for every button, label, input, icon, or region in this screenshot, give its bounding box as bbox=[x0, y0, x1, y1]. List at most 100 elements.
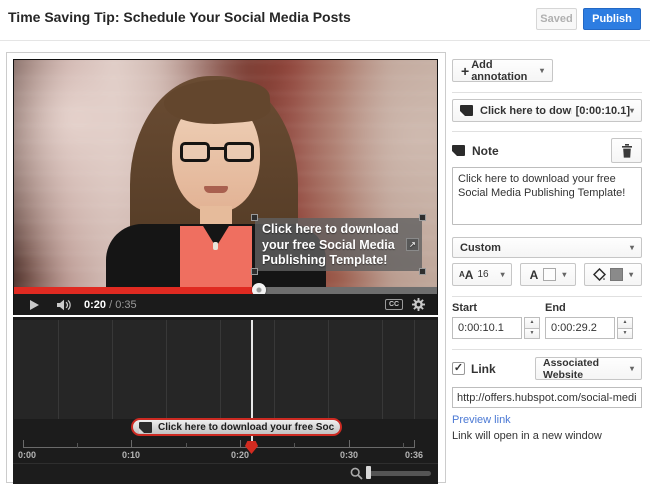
note-icon bbox=[139, 422, 152, 433]
timeline-zoom-row bbox=[13, 464, 438, 484]
chevron-down-icon: ▾ bbox=[630, 364, 634, 373]
plus-icon: + bbox=[461, 63, 469, 79]
paint-bucket-icon bbox=[593, 268, 606, 281]
step-up-button[interactable]: ▲ bbox=[524, 317, 540, 328]
timeline-grid bbox=[14, 320, 437, 419]
step-down-button[interactable]: ▼ bbox=[617, 328, 633, 340]
style-preset-dropdown[interactable]: Custom ▾ bbox=[452, 237, 642, 258]
player-container: Click here to download your free Social … bbox=[6, 52, 446, 483]
note-text-input[interactable]: Click here to download your free Social … bbox=[452, 167, 642, 225]
settings-gear-icon[interactable] bbox=[412, 298, 425, 311]
background-color-dropdown[interactable]: ▾ bbox=[584, 263, 642, 286]
progress-fill bbox=[14, 287, 259, 294]
annotation-settings-panel: + Add annotation ▾ Click here to downloa… bbox=[452, 52, 642, 442]
presenter-mouth bbox=[204, 186, 228, 193]
annotation-selector-time: [0:00:10.1] bbox=[576, 105, 630, 117]
step-down-button[interactable]: ▼ bbox=[524, 328, 540, 340]
end-time-stepper: ▲ ▼ bbox=[617, 317, 633, 339]
tick-label: 0:30 bbox=[340, 450, 358, 460]
tick-label: 0:20 bbox=[231, 450, 249, 460]
play-button[interactable] bbox=[30, 300, 39, 310]
time-separator: / bbox=[106, 299, 115, 311]
chevron-down-icon: ▾ bbox=[562, 270, 566, 279]
text-color-swatch bbox=[543, 268, 556, 281]
style-preset-value: Custom bbox=[460, 242, 501, 254]
link-checkbox[interactable]: ✓ bbox=[452, 362, 465, 375]
tick-label: 0:00 bbox=[18, 450, 36, 460]
end-time-input[interactable] bbox=[545, 317, 615, 339]
end-label: End bbox=[545, 302, 566, 314]
preview-link[interactable]: Preview link bbox=[452, 414, 642, 426]
chevron-down-icon: ▾ bbox=[630, 243, 634, 252]
note-icon bbox=[460, 105, 473, 116]
link-label: Link bbox=[471, 362, 496, 376]
start-label: Start bbox=[452, 302, 477, 314]
panel-divider bbox=[452, 92, 642, 93]
start-time-stepper: ▲ ▼ bbox=[524, 317, 540, 339]
time-display: 0:20 / 0:35 bbox=[84, 299, 137, 311]
trash-icon bbox=[621, 144, 633, 158]
volume-icon[interactable] bbox=[57, 299, 72, 311]
annotation-editor-page: Time Saving Tip: Schedule Your Social Me… bbox=[0, 0, 650, 488]
delete-annotation-button[interactable] bbox=[611, 138, 642, 163]
font-controls-row: A A 16 ▾ A ▾ ▾ bbox=[452, 263, 642, 286]
link-url-input[interactable] bbox=[452, 387, 642, 408]
zoom-slider-track[interactable] bbox=[367, 471, 431, 476]
chevron-down-icon: ▾ bbox=[629, 270, 633, 279]
video-frame: Click here to download your free Social … bbox=[14, 60, 437, 287]
font-size-icon: A bbox=[465, 268, 474, 282]
annotation-overlay[interactable]: Click here to download your free Social … bbox=[255, 218, 422, 271]
presenter-necklace bbox=[213, 242, 218, 250]
background-color-swatch bbox=[610, 268, 623, 281]
annotation-overlay-text: Click here to download your free Social … bbox=[262, 222, 399, 267]
panel-divider bbox=[452, 349, 642, 350]
page-title: Time Saving Tip: Schedule Your Social Me… bbox=[8, 9, 351, 25]
progress-bar[interactable] bbox=[14, 287, 437, 294]
link-row: ✓ Link Associated Website ▾ bbox=[452, 357, 642, 380]
note-icon bbox=[452, 145, 465, 156]
start-time-input[interactable] bbox=[452, 317, 522, 339]
text-color-dropdown[interactable]: A ▾ bbox=[520, 263, 577, 286]
zoom-slider-handle[interactable] bbox=[366, 466, 371, 479]
saved-button[interactable]: Saved bbox=[536, 8, 577, 30]
resize-handle-bottom-left[interactable] bbox=[251, 268, 258, 275]
publish-button[interactable]: Publish bbox=[583, 8, 641, 30]
chevron-down-icon: ▾ bbox=[630, 106, 634, 115]
current-time: 0:20 bbox=[84, 299, 106, 311]
timeline-annotation-bar[interactable]: Click here to download your free Social … bbox=[131, 418, 342, 436]
timeline-ruler bbox=[23, 447, 415, 448]
add-annotation-label: Add annotation bbox=[471, 59, 534, 83]
link-open-note: Link will open in a new window bbox=[452, 430, 642, 442]
video-player[interactable]: Click here to download your free Social … bbox=[13, 59, 438, 315]
resize-handle-top-right[interactable] bbox=[419, 214, 426, 221]
note-header-row: Note bbox=[452, 138, 642, 163]
add-annotation-button[interactable]: + Add annotation ▾ bbox=[452, 59, 553, 82]
duration: 0:35 bbox=[115, 299, 136, 311]
resize-handle-top-left[interactable] bbox=[251, 214, 258, 221]
captions-button[interactable]: CC bbox=[385, 299, 403, 310]
panel-divider bbox=[452, 131, 642, 132]
font-size-dropdown[interactable]: A A 16 ▾ bbox=[452, 263, 512, 286]
timeline-annotation-label: Click here to download your free Social … bbox=[158, 422, 334, 433]
text-color-icon: A bbox=[530, 268, 539, 282]
player-controls: 0:20 / 0:35 CC bbox=[14, 294, 437, 315]
panel-divider bbox=[452, 296, 642, 297]
annotation-selector-label: Click here to download you... bbox=[480, 105, 572, 117]
zoom-magnifier-icon bbox=[350, 467, 363, 480]
time-range-labels: Start End bbox=[452, 302, 642, 314]
step-up-button[interactable]: ▲ bbox=[617, 317, 633, 328]
tick-label: 0:36 bbox=[405, 450, 423, 460]
link-type-dropdown[interactable]: Associated Website ▾ bbox=[535, 357, 642, 380]
chevron-down-icon: ▾ bbox=[540, 66, 544, 75]
note-header-label: Note bbox=[472, 144, 499, 158]
annotation-selector-dropdown[interactable]: Click here to download you... [0:00:10.1… bbox=[452, 99, 642, 122]
font-size-value: 16 bbox=[477, 269, 488, 280]
time-range-inputs: ▲ ▼ ▲ ▼ bbox=[452, 317, 642, 339]
header-divider bbox=[0, 40, 650, 41]
chevron-down-icon: ▾ bbox=[501, 270, 505, 279]
presenter-glasses bbox=[180, 142, 254, 164]
external-link-icon: ↗ bbox=[406, 238, 419, 251]
resize-handle-bottom-right[interactable] bbox=[419, 268, 426, 275]
link-type-value: Associated Website bbox=[543, 357, 624, 381]
annotation-timeline[interactable]: Click here to download your free Social … bbox=[13, 317, 438, 484]
